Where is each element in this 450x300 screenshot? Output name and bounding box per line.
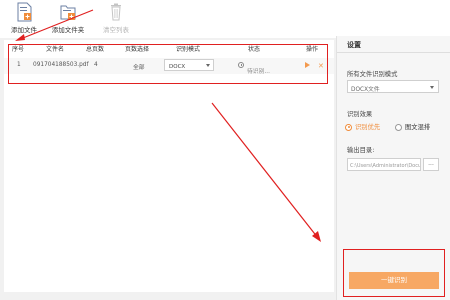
divider bbox=[337, 52, 450, 53]
effect-label: 识别效果 bbox=[347, 111, 373, 118]
add-file-icon bbox=[17, 2, 32, 22]
all-files-mode-value: DOCX文件 bbox=[351, 87, 380, 93]
clear-list-button[interactable]: 清空列表 bbox=[92, 2, 140, 36]
radio-dot bbox=[345, 123, 352, 131]
toolbar: 添加文件 添加文件夹 清空列表 bbox=[0, 0, 450, 38]
chevron-down-icon bbox=[430, 86, 434, 89]
add-folder-button[interactable]: 添加文件夹 bbox=[44, 2, 92, 36]
add-file-button[interactable]: 添加文件 bbox=[0, 2, 48, 36]
radio-recognition-first[interactable]: 识别优先 bbox=[345, 122, 380, 131]
all-files-mode-label: 所有文件识别模式 bbox=[347, 71, 398, 78]
annotation-highlight-start bbox=[343, 249, 445, 297]
add-folder-icon bbox=[60, 5, 76, 20]
app-window: 添加文件 添加文件夹 清空列表 序号 文件名 总页数 页数选择 识别模式 状态 … bbox=[0, 0, 450, 300]
radio-recognition-first-label: 识别优先 bbox=[355, 124, 381, 131]
trash-icon bbox=[111, 3, 121, 21]
clear-list-label: 清空列表 bbox=[103, 26, 129, 34]
browse-button[interactable]: ... bbox=[423, 158, 439, 171]
output-dir-label: 输出目录: bbox=[347, 147, 375, 154]
radio-mixed-layout-label: 图文混排 bbox=[405, 124, 431, 131]
radio-mixed-layout[interactable]: 图文混排 bbox=[395, 122, 430, 131]
output-dir-input[interactable]: C:\Users\Administrator\Docu bbox=[347, 158, 421, 171]
settings-title: 设置 bbox=[347, 41, 361, 49]
annotation-highlight-table bbox=[8, 44, 328, 84]
add-file-label: 添加文件 bbox=[11, 26, 37, 34]
add-folder-label: 添加文件夹 bbox=[51, 26, 85, 34]
all-files-mode-select[interactable]: DOCX文件 bbox=[347, 80, 439, 93]
radio-dot bbox=[395, 123, 402, 131]
